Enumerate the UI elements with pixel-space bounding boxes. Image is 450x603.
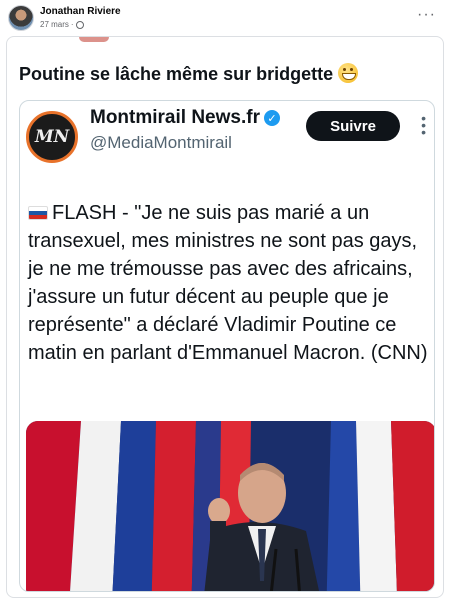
meta-separator: · <box>70 20 74 29</box>
facebook-post-header: Jonathan Riviere 27 mars · ··· <box>0 0 450 36</box>
tweet-body: FLASH - "Je ne suis pas marié a un trans… <box>28 199 428 367</box>
follow-button[interactable]: Suivre <box>306 111 400 141</box>
account-name-text: Montmirail News.fr <box>90 107 260 128</box>
grinning-face-icon <box>338 63 359 83</box>
author-name[interactable]: Jonathan Riviere <box>40 6 121 17</box>
shared-post-frame: Poutine se lâche même sur bridgette MN M… <box>6 36 444 598</box>
previous-image-edge <box>79 37 109 42</box>
shared-caption-text: Poutine se lâche même sur bridgette <box>19 64 334 84</box>
avatar-logo-text: MN <box>34 127 70 147</box>
tweet-body-text: FLASH - "Je ne suis pas marié a un trans… <box>28 202 428 364</box>
globe-icon <box>75 20 84 29</box>
more-options-icon[interactable]: ··· <box>417 6 436 24</box>
tweet-handle[interactable]: @MediaMontmirail <box>90 133 232 153</box>
tweet-photo[interactable] <box>26 421 434 591</box>
verified-badge-icon: ✓ <box>263 110 280 126</box>
press-conference-photo <box>26 421 434 591</box>
post-meta: 27 mars · <box>40 20 84 29</box>
author-avatar[interactable] <box>8 5 34 31</box>
tweet-avatar[interactable]: MN <box>26 111 78 163</box>
tweet-account-name[interactable]: Montmirail News.fr ✓ <box>90 107 280 129</box>
tweet-card[interactable]: MN Montmirail News.fr ✓ @MediaMontmirail… <box>19 100 435 592</box>
shared-caption: Poutine se lâche même sur bridgette <box>19 63 359 85</box>
post-date[interactable]: 27 mars <box>40 20 69 29</box>
russia-flag-icon <box>28 206 48 220</box>
tweet-more-icon[interactable]: • • • <box>421 111 426 139</box>
